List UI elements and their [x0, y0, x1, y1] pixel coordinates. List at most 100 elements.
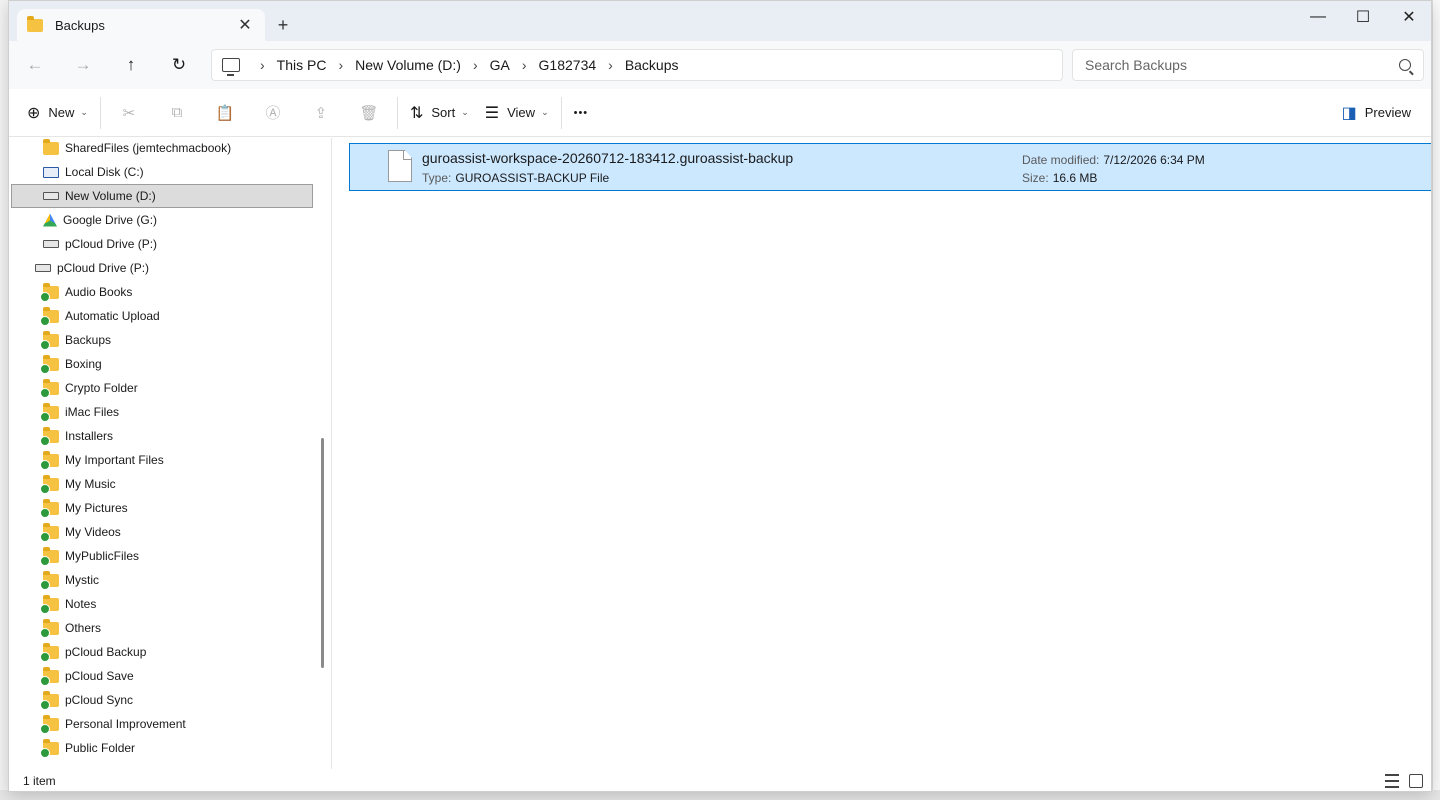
- sort-button[interactable]: ⇅ Sort ⌄: [402, 97, 477, 129]
- folder-icon: [40, 498, 59, 518]
- sidebar-item-pcloud-drive-p-root[interactable]: pCloud Drive (P:): [11, 256, 313, 280]
- navigation-scrollbar[interactable]: [321, 438, 324, 668]
- sidebar-item-notes[interactable]: Notes: [11, 592, 313, 616]
- breadcrumb-this-pc[interactable]: This PC: [277, 57, 327, 73]
- sidebar-item-crypto-folder[interactable]: Crypto Folder: [11, 376, 313, 400]
- drive-icon: [35, 264, 51, 272]
- sidebar-item-backups[interactable]: Backups: [11, 328, 313, 352]
- refresh-button[interactable]: ↻: [165, 53, 193, 77]
- search-input[interactable]: [1085, 57, 1399, 73]
- search-box[interactable]: [1072, 49, 1424, 81]
- chevron-right-icon[interactable]: ›: [608, 57, 613, 73]
- sidebar-item-mystic[interactable]: Mystic: [11, 568, 313, 592]
- sidebar-item-label: New Volume (D:): [65, 189, 156, 203]
- file-list[interactable]: guroassist-workspace-20260712-183412.gur…: [332, 138, 1431, 769]
- sidebar-item-my-important-files[interactable]: My Important Files: [11, 448, 313, 472]
- rename-icon[interactable]: Ⓐ: [249, 97, 297, 129]
- copy-icon[interactable]: ⧉: [153, 97, 201, 129]
- share-icon[interactable]: ⇪: [297, 97, 345, 129]
- see-more-button[interactable]: •••: [566, 97, 597, 129]
- sidebar-item-pcloud-save[interactable]: pCloud Save: [11, 664, 313, 688]
- sidebar-item-sharedfiles[interactable]: SharedFiles (jemtechmacbook): [11, 138, 313, 160]
- details-view-icon[interactable]: [1385, 774, 1399, 788]
- sidebar-item-others[interactable]: Others: [11, 616, 313, 640]
- search-icon[interactable]: [1399, 59, 1411, 71]
- sidebar-item-label: pCloud Drive (P:): [65, 237, 158, 251]
- sidebar-item-label: SharedFiles (jemtechmacbook): [65, 141, 232, 155]
- cut-icon[interactable]: ✂: [105, 97, 153, 129]
- breadcrumb-backups[interactable]: Backups: [625, 57, 679, 73]
- delete-icon[interactable]: 🗑: [345, 97, 393, 129]
- sidebar-item-new-volume-d[interactable]: New Volume (D:): [11, 184, 313, 208]
- sidebar-item-label: My Music: [65, 477, 116, 491]
- sidebar-item-pcloud-sync[interactable]: pCloud Sync: [11, 688, 313, 712]
- file-size-label: Size:: [1022, 171, 1049, 185]
- chevron-down-icon: ⌄: [541, 107, 549, 117]
- preview-pane-button[interactable]: ◨ Preview: [1334, 97, 1419, 129]
- file-type-value: GUROASSIST-BACKUP File: [455, 171, 610, 185]
- breadcrumb[interactable]: › This PC › New Volume (D:) › GA › G1827…: [211, 49, 1063, 81]
- sidebar-item-mypublicfiles[interactable]: MyPublicFiles: [11, 544, 313, 568]
- tab-backups[interactable]: Backups ✕: [17, 9, 265, 41]
- breadcrumb-new-volume[interactable]: New Volume (D:): [355, 57, 461, 73]
- folder-icon: [40, 354, 59, 374]
- file-icon: [388, 150, 412, 182]
- chevron-right-icon[interactable]: ›: [338, 57, 343, 73]
- folder-icon: [40, 594, 59, 614]
- sidebar-item-my-pictures[interactable]: My Pictures: [11, 496, 313, 520]
- chevron-right-icon[interactable]: ›: [260, 57, 265, 73]
- sidebar-item-public-folder[interactable]: Public Folder: [11, 736, 313, 760]
- sidebar-item-imac-files[interactable]: iMac Files: [11, 400, 313, 424]
- sidebar-item-label: Crypto Folder: [65, 381, 138, 395]
- sidebar-item-label: Automatic Upload: [65, 309, 160, 323]
- chevron-right-icon[interactable]: ›: [473, 57, 478, 73]
- sidebar-item-label: Notes: [65, 597, 97, 611]
- sidebar-item-pcloud-drive-p[interactable]: pCloud Drive (P:): [11, 232, 313, 256]
- breadcrumb-ga[interactable]: GA: [490, 57, 510, 73]
- minimize-button[interactable]: —: [1295, 1, 1341, 33]
- date-modified-value: 7/12/2026 6:34 PM: [1103, 153, 1205, 167]
- forward-button[interactable]: →: [69, 53, 97, 77]
- maximize-button[interactable]: ☐: [1340, 1, 1386, 33]
- chevron-right-icon[interactable]: ›: [522, 57, 527, 73]
- new-button[interactable]: ⊕ New ⌄: [19, 97, 96, 129]
- folder-icon: [40, 690, 59, 710]
- file-date-modified: Date modified: 7/12/2026 6:34 PM: [1022, 153, 1205, 167]
- tiles-view-icon[interactable]: [1409, 774, 1423, 788]
- sidebar-item-automatic-upload[interactable]: Automatic Upload: [11, 304, 313, 328]
- sidebar-item-installers[interactable]: Installers: [11, 424, 313, 448]
- sort-button-label: Sort: [431, 105, 456, 120]
- sidebar-item-label: Mystic: [65, 573, 99, 587]
- folder-icon: [40, 306, 59, 326]
- sidebar-item-boxing[interactable]: Boxing: [11, 352, 313, 376]
- file-size: Size: 16.6 MB: [1022, 171, 1097, 185]
- file-item-selected[interactable]: guroassist-workspace-20260712-183412.gur…: [349, 143, 1431, 191]
- sidebar-item-google-drive-g[interactable]: Google Drive (G:): [11, 208, 313, 232]
- close-tab-button[interactable]: ✕: [235, 15, 255, 35]
- preview-pane-icon: ◨: [1341, 104, 1357, 122]
- new-button-label: New: [48, 105, 75, 120]
- sidebar-item-label: Installers: [65, 429, 114, 443]
- sidebar-item-personal-improvement[interactable]: Personal Improvement: [11, 712, 313, 736]
- sidebar-item-local-disk-c[interactable]: Local Disk (C:): [11, 160, 313, 184]
- folder-icon: [40, 738, 59, 758]
- drive-icon: [43, 166, 59, 178]
- computer-icon[interactable]: [222, 58, 240, 76]
- breadcrumb-g182734[interactable]: G182734: [539, 57, 597, 73]
- close-window-button[interactable]: ✕: [1386, 1, 1431, 33]
- view-button[interactable]: ☰ View ⌄: [477, 97, 557, 129]
- back-button[interactable]: ←: [21, 53, 49, 77]
- toolbar-divider: [396, 96, 398, 129]
- sidebar-item-my-videos[interactable]: My Videos: [11, 520, 313, 544]
- up-button[interactable]: ↑: [117, 53, 145, 77]
- chevron-down-icon: ⌄: [80, 107, 88, 117]
- sidebar-item-audio-books[interactable]: Audio Books: [11, 280, 313, 304]
- sidebar-item-label: pCloud Drive (P:): [57, 261, 150, 275]
- sidebar-item-pcloud-backup[interactable]: pCloud Backup: [11, 640, 313, 664]
- sidebar-item-my-music[interactable]: My Music: [11, 472, 313, 496]
- paste-icon[interactable]: 📋: [201, 97, 249, 129]
- navigation-pane[interactable]: SharedFiles (jemtechmacbook) Local Disk …: [9, 138, 331, 769]
- chevron-down-icon: ⌄: [461, 107, 469, 117]
- new-tab-button[interactable]: +: [271, 13, 295, 37]
- file-size-value: 16.6 MB: [1052, 171, 1098, 185]
